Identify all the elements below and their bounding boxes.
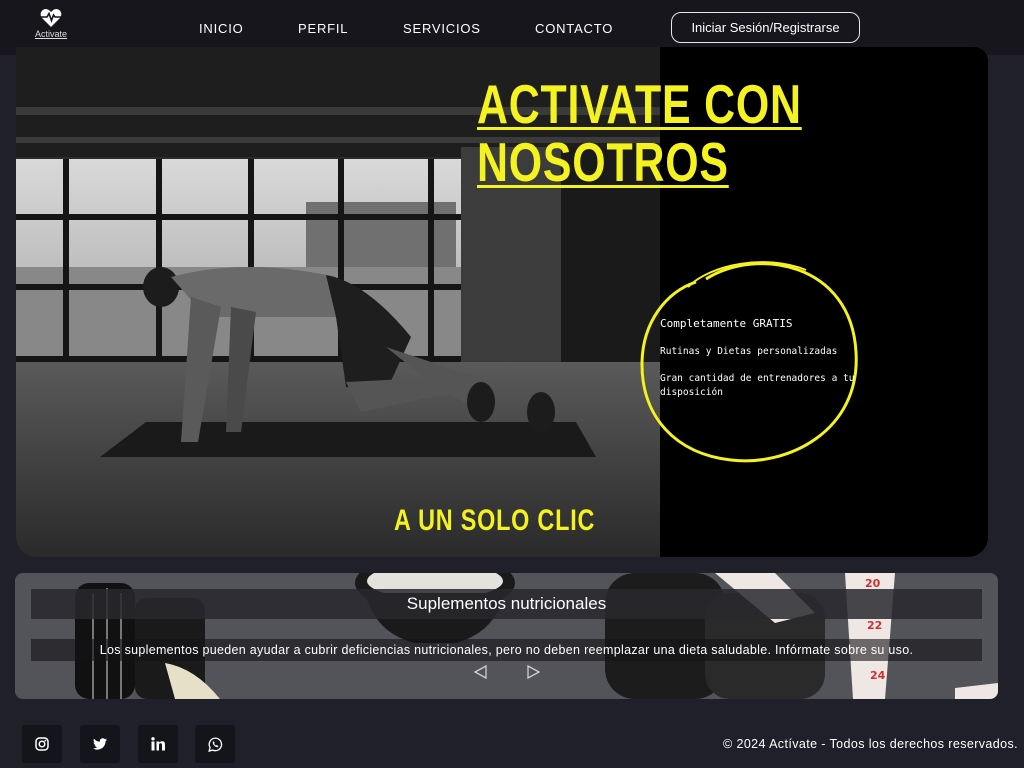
supplements-description: Los suplementos pueden ayudar a cubrir d… [99, 643, 914, 657]
twitter-link[interactable] [80, 725, 120, 763]
copyright-text: © 2024 Actívate - Todos los derechos res… [723, 737, 1018, 751]
nav-servicios[interactable]: SERVICIOS [403, 21, 481, 36]
supplements-description-bar: Los suplementos pueden ayudar a cubrir d… [31, 639, 982, 661]
nav-contacto[interactable]: CONTACTO [535, 21, 613, 36]
hero-title-line1: ACTIVATE CON [477, 73, 802, 135]
hero-title: ACTIVATE CON NOSOTROS [477, 75, 802, 191]
carousel-next-button[interactable] [524, 664, 542, 680]
whatsapp-link[interactable] [195, 725, 235, 763]
instagram-icon [35, 737, 49, 751]
nav-perfil[interactable]: PERFIL [298, 21, 348, 36]
feature-free: Completamente GRATIS [660, 317, 793, 330]
feature-trainers: Gran cantidad de entrenadores a tu dispo… [660, 373, 855, 398]
logo-text: Activate [34, 29, 67, 39]
feature-circle-highlight [640, 261, 858, 463]
supplements-title: Suplementos nutricionales [406, 594, 607, 613]
triangle-right-icon [527, 664, 541, 680]
hero-banner: ACTIVATE CON NOSOTROS Completamente GRAT… [16, 47, 988, 557]
whatsapp-icon [207, 736, 222, 752]
hero-subtitle: A UN SOLO CLIC [394, 504, 596, 537]
hero-title-line2: NOSOTROS [477, 131, 729, 193]
supplements-carousel: 20 22 24 Suplementos nutricionales Los s… [15, 573, 998, 699]
svg-text:22: 22 [867, 619, 882, 632]
carousel-prev-button[interactable] [472, 664, 490, 680]
instagram-link[interactable] [22, 725, 62, 763]
nav-inicio[interactable]: INICIO [199, 21, 244, 36]
linkedin-icon [151, 737, 165, 751]
login-register-button[interactable]: Iniciar Sesión/Registrarse [671, 12, 860, 43]
footer: © 2024 Actívate - Todos los derechos res… [0, 718, 1024, 768]
supplements-title-bar: Suplementos nutricionales [31, 589, 982, 619]
triangle-left-icon [473, 664, 487, 680]
twitter-icon [93, 738, 107, 750]
heart-pulse-icon [40, 8, 62, 28]
logo[interactable]: Activate [32, 8, 70, 44]
linkedin-link[interactable] [138, 725, 178, 763]
feature-custom-routines: Rutinas y Dietas personalizadas [660, 346, 838, 357]
svg-text:24: 24 [870, 669, 886, 682]
